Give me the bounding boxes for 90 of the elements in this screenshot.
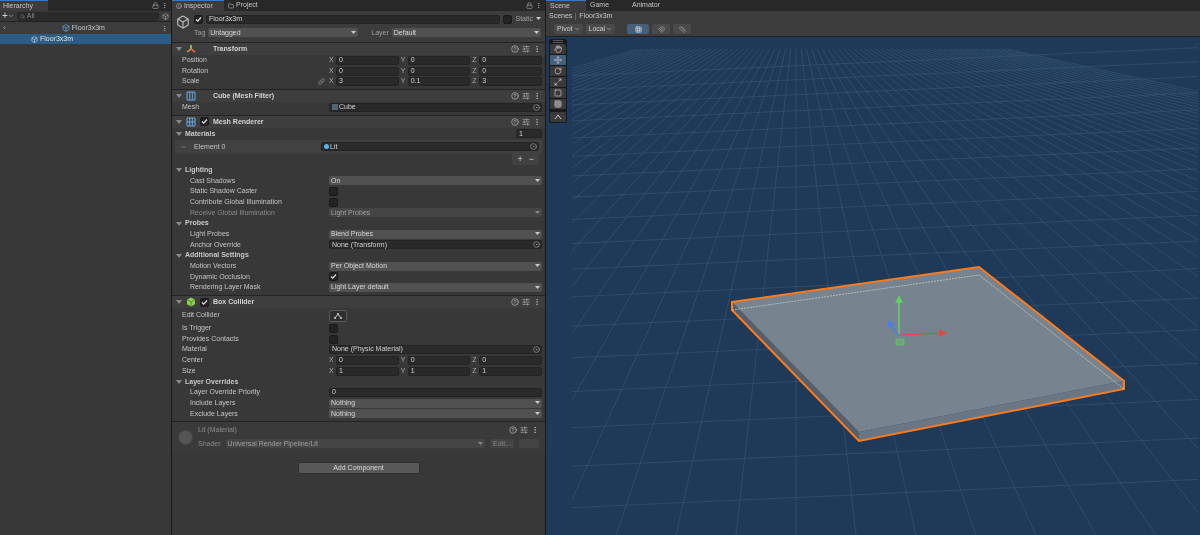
help-icon[interactable] xyxy=(511,45,519,53)
tool-button[interactable] xyxy=(550,44,566,54)
snap-dropdown[interactable] xyxy=(652,24,671,34)
remove-element-button[interactable]: − xyxy=(526,153,536,165)
enable-checkbox[interactable] xyxy=(200,297,209,307)
target-icon[interactable] xyxy=(533,241,540,249)
back-button[interactable]: ‹ xyxy=(3,22,6,34)
add-element-button[interactable]: + xyxy=(515,153,525,165)
mesh-icon xyxy=(332,104,338,111)
grid-toggle[interactable] xyxy=(627,24,650,34)
add-button[interactable]: + xyxy=(2,11,14,21)
prefab-icon xyxy=(61,24,70,32)
cube-icon xyxy=(31,35,38,43)
tool-button[interactable] xyxy=(550,99,566,109)
caret-icon xyxy=(351,30,357,35)
mesh-grid-icon xyxy=(186,91,196,102)
presets-icon[interactable] xyxy=(522,298,530,306)
foldout-arrow-icon[interactable] xyxy=(176,167,182,174)
target-icon[interactable] xyxy=(533,103,540,111)
caret-icon xyxy=(535,264,540,269)
magnet-icon xyxy=(657,25,665,33)
search-icon xyxy=(19,13,25,19)
more-icon[interactable] xyxy=(533,298,541,306)
checkbox[interactable] xyxy=(329,197,338,207)
checkbox[interactable] xyxy=(329,186,338,196)
scene-search-icon[interactable] xyxy=(162,12,169,20)
increment-dropdown[interactable] xyxy=(673,24,692,34)
caret-icon xyxy=(535,232,540,237)
active-checkbox[interactable] xyxy=(194,14,203,24)
foldout-arrow-icon[interactable] xyxy=(176,220,182,227)
foldout-arrow-icon[interactable] xyxy=(176,130,182,137)
ruler-icon xyxy=(678,25,686,33)
edit-collider-icon xyxy=(554,114,562,120)
enable-checkbox[interactable] xyxy=(200,117,209,127)
foldout-arrow-icon[interactable] xyxy=(176,252,182,259)
caret-icon xyxy=(573,26,580,32)
presets-icon[interactable] xyxy=(522,117,530,126)
tool-button[interactable] xyxy=(550,77,566,87)
more-icon[interactable] xyxy=(531,426,539,435)
cube-icon xyxy=(176,15,190,29)
axes-icon xyxy=(186,44,196,54)
caret-icon xyxy=(535,210,540,215)
rect-icon xyxy=(554,89,562,97)
caret-icon xyxy=(535,285,540,290)
vertex-path-icon xyxy=(334,312,342,319)
target-icon[interactable] xyxy=(533,346,540,354)
foldout-arrow-icon[interactable] xyxy=(176,378,182,385)
caret-icon xyxy=(606,26,613,32)
mesh-grid-icon xyxy=(186,116,196,127)
edit-collider-button[interactable] xyxy=(329,309,347,322)
presets-icon[interactable] xyxy=(520,426,528,435)
help-icon[interactable] xyxy=(511,117,519,126)
scale-icon xyxy=(554,78,562,86)
checkbox[interactable] xyxy=(329,323,338,333)
move-gizmo-icon[interactable] xyxy=(888,295,947,346)
static-caret-icon[interactable] xyxy=(536,17,541,22)
folder-icon xyxy=(228,2,234,9)
caret-icon xyxy=(478,441,484,446)
tool-button[interactable] xyxy=(550,55,566,65)
caret-icon xyxy=(535,178,540,183)
caret-icon xyxy=(534,30,539,35)
help-icon[interactable] xyxy=(511,298,519,306)
caret-icon xyxy=(7,13,14,19)
foldout-arrow-icon[interactable] xyxy=(176,118,182,125)
foldout-arrow-icon[interactable] xyxy=(176,93,182,100)
cube-icon xyxy=(186,297,196,307)
tool-button[interactable] xyxy=(550,66,566,76)
presets-icon[interactable] xyxy=(522,92,530,101)
move-icon xyxy=(554,56,562,64)
info-icon xyxy=(176,3,182,9)
tool-button[interactable] xyxy=(550,112,566,122)
checkbox[interactable] xyxy=(329,334,338,344)
target-icon[interactable] xyxy=(530,143,537,151)
tool-button[interactable] xyxy=(550,88,566,98)
static-checkbox[interactable] xyxy=(503,14,513,24)
lock-icon[interactable] xyxy=(526,2,533,9)
hand-icon xyxy=(554,45,562,53)
foldout-arrow-icon[interactable] xyxy=(176,46,182,52)
help-icon[interactable] xyxy=(509,426,517,435)
link-icon[interactable] xyxy=(318,78,325,86)
more-icon[interactable] xyxy=(533,45,541,53)
foldout-arrow-icon[interactable] xyxy=(176,299,182,305)
lock-icon[interactable] xyxy=(152,2,159,9)
help-icon[interactable] xyxy=(511,92,519,101)
grid-icon xyxy=(634,25,642,33)
presets-icon[interactable] xyxy=(522,45,530,53)
rotate-icon xyxy=(554,67,562,75)
more-icon[interactable] xyxy=(533,117,541,126)
more-icon[interactable] xyxy=(533,92,541,101)
checkbox[interactable] xyxy=(329,272,338,282)
